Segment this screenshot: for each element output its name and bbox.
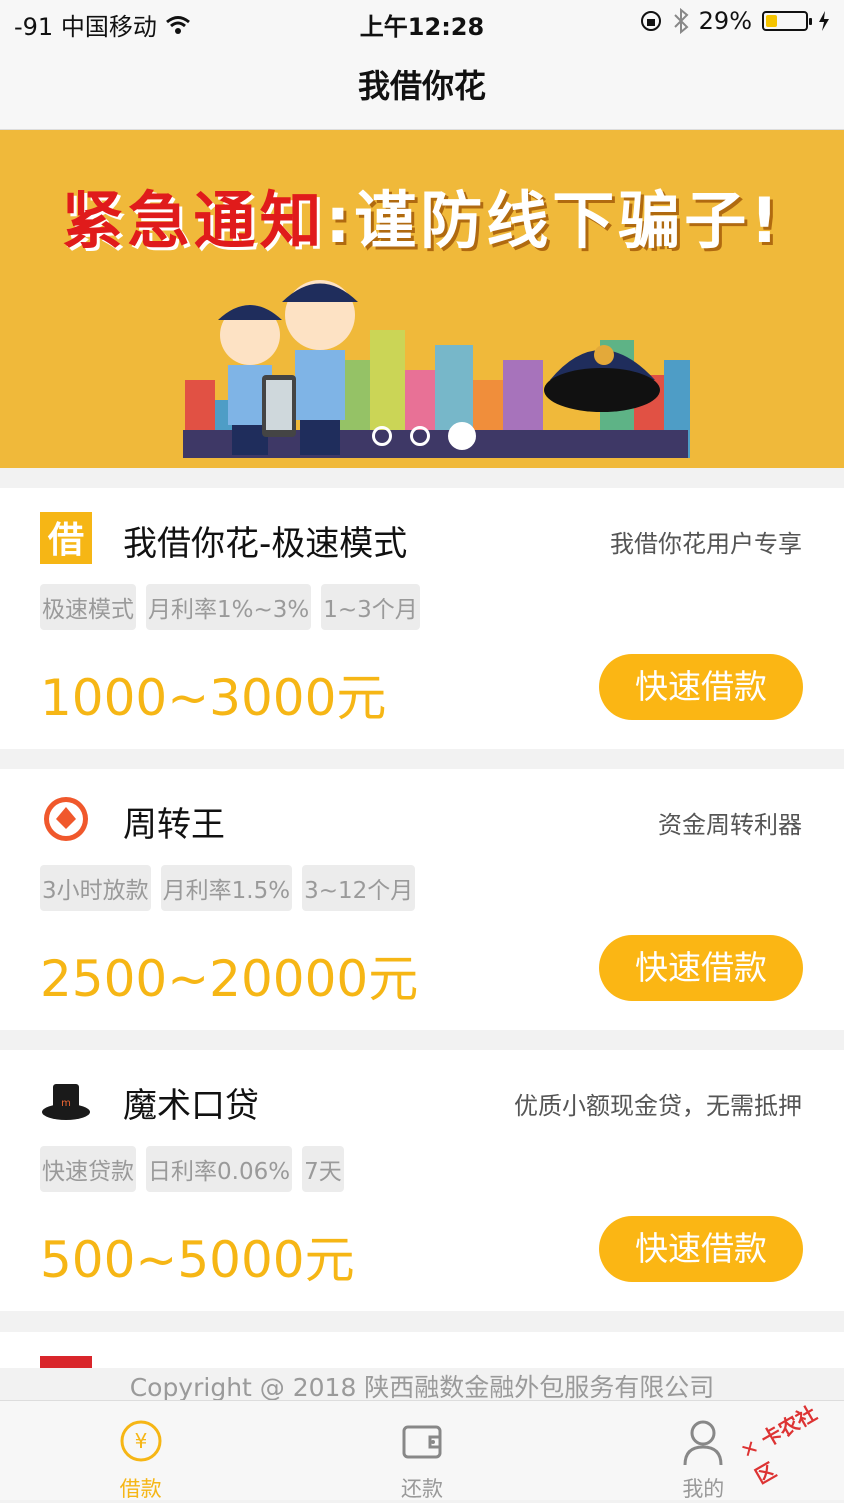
product-tag: 月利率1%~3% [146,584,312,630]
promo-banner[interactable]: 紧急通知:谨防线下骗子! [0,130,844,468]
orange-diamond-icon [40,793,92,845]
product-tags: 快速贷款 日利率0.06% 7天 [40,1146,344,1192]
nav-title: 我借你花 [0,42,844,130]
product-name: 周转王 [123,805,225,845]
product-tagline: 我借你花用户专享 [610,530,802,558]
person-icon [683,1420,723,1466]
battery-icon [762,11,812,31]
rotation-lock-icon [640,11,661,31]
product-tag: 7天 [302,1146,344,1192]
product-tag: 3小时放款 [40,865,151,911]
product-tag: 月利率1.5% [160,865,293,911]
product-card[interactable]: 借我借你花-极速模式 我借你花用户专享极速模式 月利率1%~3% 1~3个月 1000~… [0,488,844,749]
product-name: 魔术口贷 [123,1086,259,1126]
tab-mine-label: 我的 [682,1477,725,1501]
banner-dot[interactable] [410,426,430,446]
loan-amount: 1000~3000元 [40,669,387,727]
product-tagline: 优质小额现金贷，无需抵押 [514,1092,802,1120]
wallet-icon [402,1425,442,1459]
tab-borrow-label: 借款 [119,1477,162,1501]
banner-dot[interactable] [372,426,392,446]
product-tag: 日利率0.06% [146,1146,293,1192]
banner-illustration [183,280,690,458]
loan-amount: 2500~20000元 [40,950,419,1008]
svg-text:借: 借 [47,520,84,561]
quick-loan-button[interactable]: 快速借款 [599,654,803,720]
product-tags: 3小时放款 月利率1.5% 3~12个月 [40,865,416,911]
banner-pager[interactable] [372,422,476,450]
product-card[interactable]: m 魔术口贷 优质小额现金贷，无需抵押快速贷款 日利率0.06% 7天 500~5000元… [0,1050,844,1311]
banner-dot[interactable] [448,422,476,450]
quick-loan-button[interactable]: 快速借款 [599,935,803,1001]
bluetooth-icon [673,8,689,34]
product-tag: 快速贷款 [40,1146,136,1192]
product-card[interactable]: 周转王 资金周转利器 3小时放款 月利率1.5% 3~12个月 2500~20000元 快速… [0,769,844,1030]
battery-percent: 29% [698,7,752,35]
charging-icon [819,11,829,31]
product-tag: 1~3个月 [321,584,420,630]
jie-char-icon: 借 [40,512,92,564]
status-bar: -91 中国移动 上午12:28 29% [0,0,844,42]
tab-borrow[interactable]: ¥ 借款 [0,1401,281,1501]
tab-repay[interactable]: 还款 [281,1401,562,1501]
product-card-partial[interactable] [0,1332,844,1372]
yuan-circle-icon: ¥ [120,1420,162,1462]
loan-amount: 500~5000元 [40,1231,355,1289]
tab-repay-label: 还款 [400,1477,443,1501]
product-tag: 极速模式 [40,584,136,630]
svg-text:m: m [61,1098,71,1109]
svg-text:¥: ¥ [134,1429,147,1453]
copyright-text: Copyright @ 2018 陕西融数金融外包服务有限公司 [0,1368,844,1402]
product-tag: 3~12个月 [302,865,416,911]
tab-bar: ¥ 借款 还款 我的 [0,1400,844,1501]
magic-hat-icon: m [40,1074,92,1126]
quick-loan-button[interactable]: 快速借款 [599,1216,803,1282]
product-tags: 极速模式 月利率1%~3% 1~3个月 [40,584,420,630]
product-tagline: 资金周转利器 [658,811,802,839]
product-name: 我借你花-极速模式 [123,524,408,564]
